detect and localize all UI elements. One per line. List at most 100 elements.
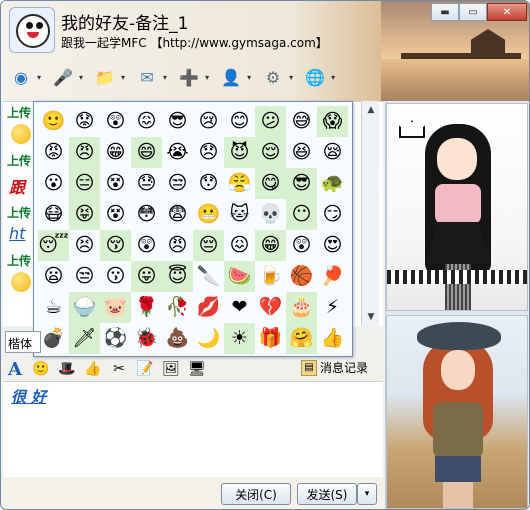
emoji-option[interactable]: 🐷 — [100, 292, 131, 323]
send-options-dropdown[interactable]: ▾ — [357, 483, 377, 505]
emoji-option[interactable]: 😓 — [131, 168, 162, 199]
send-mail-button[interactable]: ✉ ▾ — [133, 61, 167, 93]
emoji-option[interactable]: 😣 — [69, 230, 100, 261]
emoji-option[interactable]: ❤ — [224, 292, 255, 323]
dropdown-arrow-icon[interactable]: ▾ — [247, 73, 251, 82]
send-file-button[interactable]: 📁 ▾ — [91, 61, 125, 93]
emoji-option[interactable]: 😖 — [224, 230, 255, 261]
emoji-option[interactable]: 🏀 — [286, 261, 317, 292]
emoji-option[interactable]: 😞 — [193, 137, 224, 168]
emoji-option[interactable]: 👍 — [317, 323, 348, 354]
emoji-option[interactable]: ⚽ — [100, 323, 131, 354]
font-icon[interactable]: A — [5, 359, 25, 380]
emoji-option[interactable]: 😷 — [38, 199, 69, 230]
emoji-option[interactable]: 🐞 — [131, 323, 162, 354]
history-scrollbar[interactable]: ▲ ▼ — [361, 101, 379, 326]
apps-button[interactable]: ⚙ ▾ — [259, 61, 293, 93]
emoji-option[interactable]: 😒 — [162, 168, 193, 199]
video-call-button[interactable]: ◉ ▾ — [7, 61, 41, 93]
emoji-option[interactable]: 🍉 — [224, 261, 255, 292]
maximize-button[interactable]: ▭ — [459, 3, 487, 21]
emoji-option[interactable]: 😇 — [162, 261, 193, 292]
dropdown-arrow-icon[interactable]: ▾ — [163, 73, 167, 82]
emoji-icon[interactable]: 🙂 — [31, 359, 51, 379]
emoji-option[interactable]: 🤗 — [286, 323, 317, 354]
emoji-option[interactable]: 😲 — [286, 230, 317, 261]
emoji-option[interactable]: 🍺 — [255, 261, 286, 292]
emoji-option[interactable]: 🍚 — [69, 292, 100, 323]
emoji-option[interactable]: 😲 — [100, 106, 131, 137]
scroll-down-icon[interactable]: ▼ — [363, 309, 379, 325]
emoji-option[interactable]: 😁 — [255, 230, 286, 261]
emoji-option[interactable]: 😬 — [193, 199, 224, 230]
thumb-icon[interactable]: 👍 — [83, 359, 103, 379]
emoji-option[interactable]: 💣 — [38, 323, 69, 354]
emoji-option[interactable]: 💋 — [193, 292, 224, 323]
emoji-option[interactable]: 😎 — [162, 106, 193, 137]
emoji-option[interactable]: 😭 — [162, 137, 193, 168]
dropdown-arrow-icon[interactable]: ▾ — [331, 73, 335, 82]
create-group-button[interactable]: ➕ ▾ — [175, 61, 209, 93]
dropdown-arrow-icon[interactable]: ▾ — [289, 73, 293, 82]
voice-call-button[interactable]: 🎤 ▾ — [49, 61, 83, 93]
emoji-option[interactable]: 😲 — [131, 230, 162, 261]
emoji-option[interactable]: 😁 — [100, 137, 131, 168]
emoji-option[interactable]: 😍 — [317, 230, 348, 261]
emoji-option[interactable]: 🌹 — [131, 292, 162, 323]
message-history-button[interactable]: ▤ 消息记录 — [301, 359, 368, 376]
close-button[interactable]: 关闭(C) — [221, 483, 291, 505]
contact-info-button[interactable]: 👤 ▾ — [217, 61, 251, 93]
emoji-option[interactable]: 😝 — [69, 199, 100, 230]
emoji-option[interactable]: 💀 — [255, 199, 286, 230]
emoji-option[interactable]: 💩 — [162, 323, 193, 354]
emoji-option[interactable]: 😦 — [38, 261, 69, 292]
emoji-option[interactable]: 🏓 — [317, 261, 348, 292]
emoji-option[interactable]: 😆 — [286, 137, 317, 168]
emoji-option[interactable]: ⚡ — [317, 292, 348, 323]
send-button[interactable]: 发送(S) — [297, 483, 357, 505]
emoji-option[interactable]: 😏 — [317, 199, 348, 230]
emoji-option[interactable]: 😊 — [224, 106, 255, 137]
message-input[interactable]: 很 好 — [3, 381, 383, 477]
emoji-option[interactable]: 🔪 — [193, 261, 224, 292]
emoji-option[interactable]: 😌 — [255, 137, 286, 168]
emoji-option[interactable]: 😄 — [131, 137, 162, 168]
dropdown-arrow-icon[interactable]: ▾ — [37, 73, 41, 82]
image-icon[interactable]: 🖼 — [161, 359, 181, 379]
browser-button[interactable]: 🌐 ▾ — [301, 61, 335, 93]
emoji-option[interactable]: 🎂 — [286, 292, 317, 323]
emoji-option[interactable]: 😱 — [317, 106, 348, 137]
emoji-option[interactable]: 😵 — [100, 168, 131, 199]
emoji-option[interactable]: 😛 — [131, 261, 162, 292]
note-icon[interactable]: 📝 — [135, 359, 155, 379]
emoji-option[interactable]: 🐢 — [317, 168, 348, 199]
font-select[interactable]: 楷体 — [5, 331, 41, 353]
emoji-option[interactable]: 😔 — [193, 230, 224, 261]
emoji-option[interactable]: 😈 — [224, 137, 255, 168]
emoji-option[interactable]: 😖 — [131, 106, 162, 137]
history-link-text[interactable]: ht — [9, 224, 25, 243]
emoji-option[interactable]: ☀ — [224, 323, 255, 354]
minimize-button[interactable]: ▬ — [431, 3, 459, 21]
screen-icon[interactable]: 🖥 — [187, 359, 207, 379]
emoji-option[interactable]: 😋 — [255, 168, 286, 199]
emoji-option[interactable]: 😠 — [69, 137, 100, 168]
emoji-option[interactable]: 😮 — [38, 168, 69, 199]
emoji-option[interactable]: 😢 — [193, 106, 224, 137]
emoji-option[interactable]: 😯 — [193, 168, 224, 199]
emoji-option[interactable]: 😠 — [162, 230, 193, 261]
scroll-up-icon[interactable]: ▲ — [363, 102, 379, 118]
emoji-option[interactable]: 💔 — [255, 292, 286, 323]
emoji-option[interactable]: 🌙 — [193, 323, 224, 354]
friend-avatar[interactable] — [9, 7, 55, 53]
emoji-option[interactable]: 😕 — [255, 106, 286, 137]
emoji-option[interactable]: 😪 — [317, 137, 348, 168]
wizard-hat-icon[interactable]: 🎩 — [57, 359, 77, 379]
emoji-option[interactable]: 😨 — [162, 199, 193, 230]
emoji-option[interactable]: 😚 — [100, 230, 131, 261]
emoji-option[interactable]: 😟 — [69, 106, 100, 137]
emoji-option[interactable]: ☕ — [38, 292, 69, 323]
emoji-option[interactable]: 😳 — [131, 199, 162, 230]
dropdown-arrow-icon[interactable]: ▾ — [205, 73, 209, 82]
emoji-option[interactable]: 😅 — [286, 106, 317, 137]
